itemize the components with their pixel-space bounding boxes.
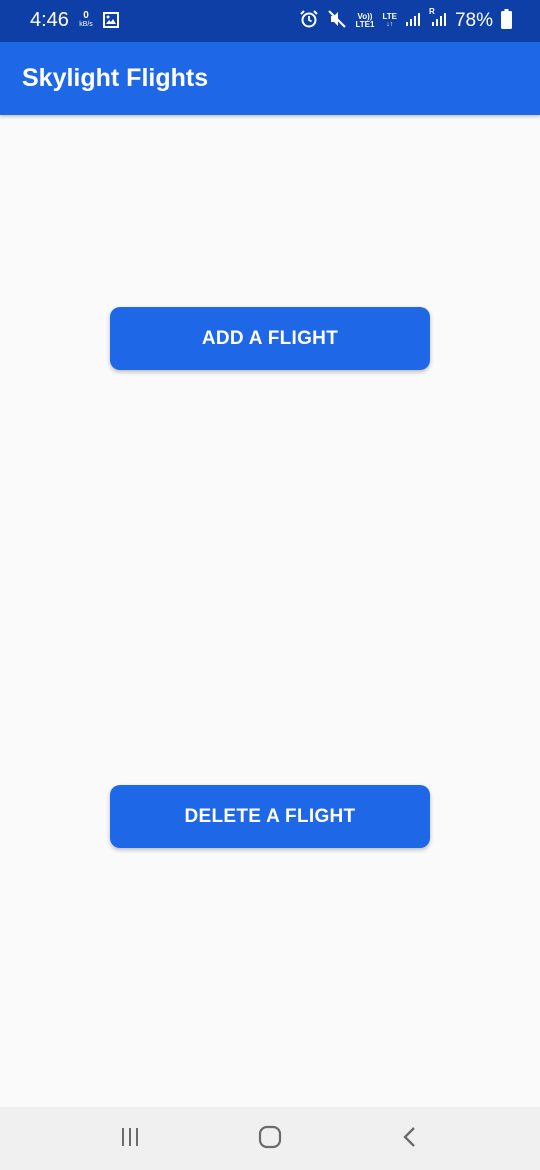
add-flight-button[interactable]: ADD A FLIGHT	[110, 307, 430, 370]
app-bar: Skylight Flights	[0, 42, 540, 115]
lte-indicator: LTE ↓↑	[382, 12, 397, 29]
home-icon	[258, 1125, 282, 1154]
network-bottom-label: LTE1	[355, 20, 375, 29]
battery-percent: 78%	[454, 10, 493, 31]
status-time: 4:46	[30, 9, 69, 31]
volte-indicator: Vo)) LTE1	[355, 13, 374, 29]
battery-icon	[501, 8, 512, 34]
network-type-label: LTE	[382, 12, 397, 21]
roaming-label: R	[428, 6, 435, 16]
data-speed-unit: kB/s	[79, 21, 93, 28]
alarm-icon	[299, 9, 319, 34]
back-button[interactable]	[390, 1121, 430, 1157]
recents-button[interactable]	[110, 1121, 150, 1157]
signal-roaming-icon: R	[429, 7, 447, 32]
back-icon	[399, 1126, 421, 1153]
signal-icon	[405, 11, 421, 32]
navigation-bar	[0, 1107, 540, 1170]
status-icons: Vo)) LTE1 LTE ↓↑ R 78%	[299, 7, 512, 34]
home-button[interactable]	[250, 1121, 290, 1157]
mute-icon	[327, 9, 347, 34]
app-screen: 4:46 0 kB/s Vo)) LTE1 LTE ↓↑ R 78% Skyli…	[0, 0, 540, 1170]
data-speed-indicator: 0 kB/s	[76, 11, 96, 31]
delete-flight-button[interactable]: DELETE A FLIGHT	[110, 785, 430, 848]
gallery-icon	[103, 12, 119, 33]
app-title: Skylight Flights	[22, 64, 209, 92]
data-speed-value: 0	[83, 10, 89, 21]
recents-icon	[119, 1126, 141, 1153]
status-bar: 4:46 0 kB/s Vo)) LTE1 LTE ↓↑ R 78%	[0, 0, 540, 42]
